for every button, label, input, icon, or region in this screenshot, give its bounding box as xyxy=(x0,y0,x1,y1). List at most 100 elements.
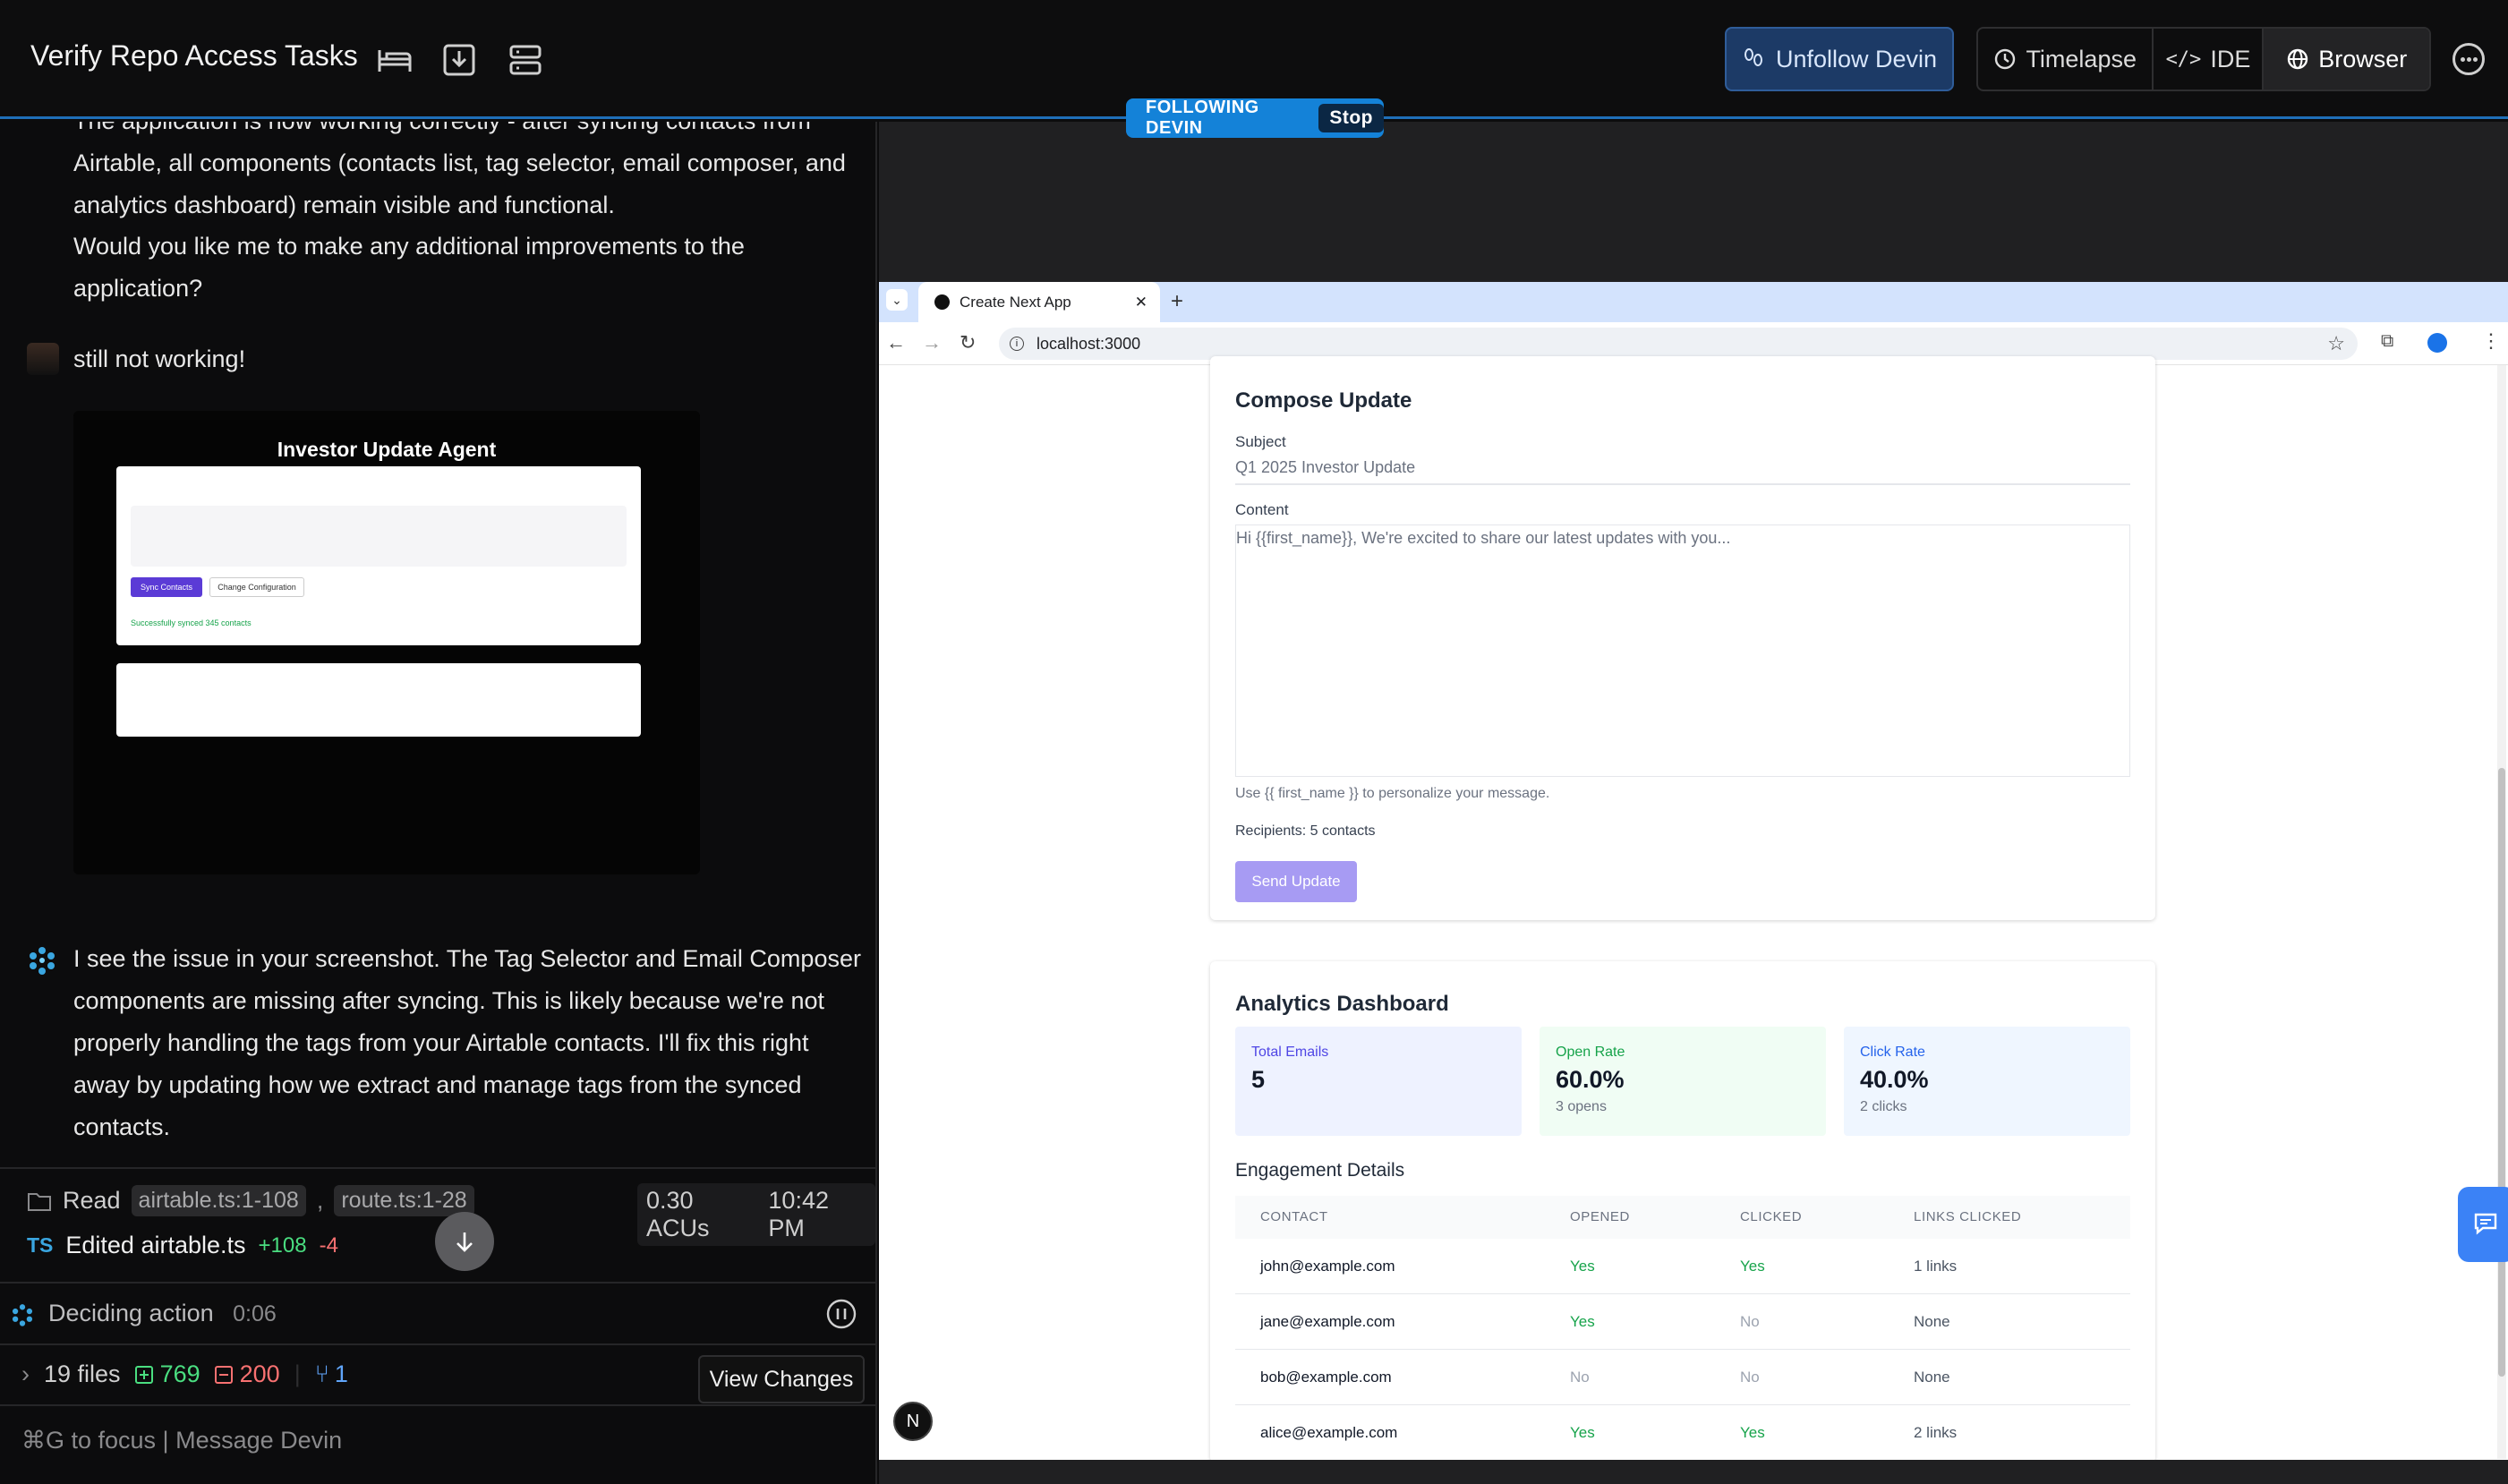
browser-tab[interactable]: Create Next App ✕ xyxy=(918,282,1160,322)
send-update-button[interactable]: Send Update xyxy=(1235,861,1357,902)
stat-card-total-emails: Total Emails 5 xyxy=(1235,1027,1522,1136)
minus-square-icon xyxy=(214,1365,233,1384)
row-opened: Yes xyxy=(1570,1313,1595,1330)
plus-square-icon xyxy=(134,1365,153,1384)
page-scrollbar[interactable] xyxy=(2497,365,2506,1459)
screenshot-title: Investor Update Agent xyxy=(277,438,497,461)
screenshot-sync-button: Sync Contacts xyxy=(131,577,202,597)
tab-bar: ⌄ Create Next App ✕ + xyxy=(879,282,2508,322)
row-links: 2 links xyxy=(1914,1424,1958,1441)
attached-screenshot[interactable]: Investor Update Agent Sync Contacts Chan… xyxy=(73,411,700,874)
divider xyxy=(0,1404,875,1406)
message-input[interactable]: ⌘G to focus | Message Devin xyxy=(21,1427,342,1454)
changes-summary[interactable]: › 19 files 769 200 | ⑂ 1 xyxy=(21,1360,348,1388)
chevron-right-icon: › xyxy=(21,1360,30,1387)
user-avatar xyxy=(27,343,59,375)
compose-panel: Compose Update Subject Q1 2025 Investor … xyxy=(1210,356,2155,920)
view-changes-button[interactable]: View Changes xyxy=(698,1355,865,1403)
row-clicked: Yes xyxy=(1740,1258,1765,1275)
row-opened: Yes xyxy=(1570,1424,1595,1441)
row-contact: bob@example.com xyxy=(1260,1369,1392,1386)
row-clicked: No xyxy=(1740,1369,1760,1386)
bed-icon[interactable] xyxy=(376,41,414,79)
stop-following-button[interactable]: Stop xyxy=(1318,104,1384,132)
browser-button[interactable]: Browser xyxy=(2264,29,2429,90)
table-row: bob@example.com No No None xyxy=(1235,1350,2130,1405)
footsteps-icon xyxy=(1744,48,1762,66)
screenshot-contacts-card xyxy=(116,663,641,737)
devin-working-icon xyxy=(12,1304,33,1326)
user-message: still not working! xyxy=(73,345,246,372)
table-row: jane@example.com Yes No None xyxy=(1235,1294,2130,1350)
pause-icon[interactable] xyxy=(825,1298,857,1330)
browser-menu-icon[interactable]: ⋮ xyxy=(2481,329,2501,353)
edited-status: TS Edited airtable.ts +108 -4 xyxy=(27,1232,338,1259)
nextjs-dev-badge[interactable]: N xyxy=(893,1402,933,1441)
screenshot-success-text: Successfully synced 345 contacts xyxy=(131,618,252,627)
table-header: CONTACT OPENED CLICKED LINKS CLICKED xyxy=(1235,1196,2130,1239)
column-header: CLICKED xyxy=(1740,1209,1803,1224)
subject-label: Subject xyxy=(1235,433,1286,450)
globe-icon xyxy=(2288,48,2308,70)
timelapse-button[interactable]: Timelapse xyxy=(1978,29,2154,90)
recipients-count: Recipients: 5 contacts xyxy=(1235,823,1376,839)
read-file-pill[interactable]: route.ts:1-28 xyxy=(334,1185,474,1216)
close-tab-icon[interactable]: ✕ xyxy=(1135,294,1147,311)
profile-icon[interactable] xyxy=(2427,333,2447,353)
chat-bubble-icon xyxy=(2474,1213,2497,1235)
unfollow-button[interactable]: Unfollow Devin xyxy=(1725,27,1954,91)
typescript-icon: TS xyxy=(27,1233,54,1257)
download-icon[interactable] xyxy=(440,41,478,79)
browser-window: ⌄ Create Next App ✕ + ← → ↻ i localhost:… xyxy=(879,282,2508,1460)
stat-card-click-rate: Click Rate 40.0% 2 clicks xyxy=(1844,1027,2130,1136)
row-contact: alice@example.com xyxy=(1260,1424,1398,1441)
devin-message-followup: Would you like me to make any additional… xyxy=(73,233,745,302)
page-content: Compose Update Subject Q1 2025 Investor … xyxy=(879,356,2508,1460)
row-contact: john@example.com xyxy=(1260,1258,1395,1275)
subject-input[interactable]: Q1 2025 Investor Update xyxy=(1235,458,2130,485)
new-tab-icon[interactable]: + xyxy=(1171,289,1183,314)
row-clicked: Yes xyxy=(1740,1424,1765,1441)
nextjs-favicon xyxy=(934,294,950,310)
column-header: OPENED xyxy=(1570,1209,1630,1224)
devin-message: The application is now working correctly… xyxy=(73,122,846,218)
row-links: None xyxy=(1914,1313,1950,1330)
devin-logo-icon xyxy=(30,947,55,975)
site-info-icon[interactable]: i xyxy=(1010,337,1024,351)
pull-request-icon: ⑂ xyxy=(314,1360,329,1387)
row-links: 1 links xyxy=(1914,1258,1958,1275)
reload-icon[interactable]: ↻ xyxy=(960,331,976,354)
stat-card-open-rate: Open Rate 60.0% 3 opens xyxy=(1540,1027,1826,1136)
session-title: Verify Repo Access Tasks xyxy=(30,39,358,72)
server-icon[interactable] xyxy=(507,41,544,79)
chat-panel: The application is now working correctly… xyxy=(0,122,877,1484)
more-options-icon[interactable] xyxy=(2453,43,2485,75)
arrow-down-icon xyxy=(456,1232,473,1252)
following-banner: FOLLOWING DEVIN Stop xyxy=(1126,98,1384,138)
row-opened: Yes xyxy=(1570,1258,1595,1275)
bookmark-star-icon[interactable]: ☆ xyxy=(2327,332,2345,355)
row-clicked: No xyxy=(1740,1313,1760,1330)
column-header: CONTACT xyxy=(1260,1209,1328,1224)
divider xyxy=(0,1282,875,1284)
content-textarea[interactable]: Hi {{first_name}}, We're excited to shar… xyxy=(1235,525,2130,777)
table-row: john@example.com Yes Yes 1 links xyxy=(1235,1239,2130,1294)
chat-widget-button[interactable] xyxy=(2458,1187,2508,1262)
screenshot-sync-card: Sync Contacts Change Configuration Succe… xyxy=(116,466,641,645)
extensions-icon[interactable]: ⧉ xyxy=(2381,331,2393,352)
read-file-pill[interactable]: airtable.ts:1-108 xyxy=(131,1185,306,1216)
ide-button[interactable]: </> IDE xyxy=(2154,29,2265,90)
forward-icon[interactable]: → xyxy=(922,331,942,354)
content-label: Content xyxy=(1235,501,1289,518)
row-contact: jane@example.com xyxy=(1260,1313,1395,1330)
scroll-down-button[interactable] xyxy=(435,1212,494,1271)
tab-dropdown-icon[interactable]: ⌄ xyxy=(886,289,908,311)
screenshot-change-button: Change Configuration xyxy=(209,577,304,597)
url-field[interactable]: i localhost:3000 ☆ xyxy=(999,328,2358,360)
divider xyxy=(0,1343,875,1345)
back-icon[interactable]: ← xyxy=(886,331,906,354)
usage-badge: 0.30 ACUs 10:42 PM xyxy=(637,1183,875,1246)
divider xyxy=(0,1167,875,1169)
devin-response: I see the issue in your screenshot. The … xyxy=(73,945,861,1140)
edited-file-link[interactable]: Edited airtable.ts xyxy=(65,1232,245,1259)
